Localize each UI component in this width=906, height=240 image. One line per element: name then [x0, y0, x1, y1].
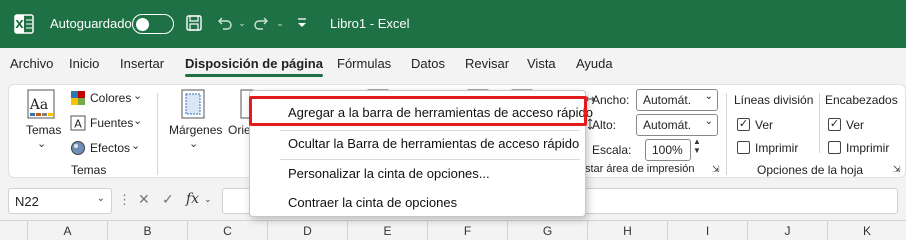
- tab-archivo[interactable]: Archivo: [10, 56, 53, 71]
- tab-vista[interactable]: Vista: [527, 56, 556, 71]
- themes-label: Temas: [26, 123, 62, 137]
- colors-icon: [71, 91, 85, 105]
- tab-revisar[interactable]: Revisar: [465, 56, 509, 71]
- scale-input[interactable]: 100%: [645, 139, 691, 161]
- customize-ribbon-item[interactable]: Personalizar la cinta de opciones...: [250, 160, 585, 188]
- effects-chevron-icon: ⌄: [131, 140, 141, 152]
- sheet-options-dialog-launcher-icon[interactable]: ⇲: [893, 164, 901, 175]
- height-select[interactable]: Automát. ⌄: [636, 114, 718, 136]
- gridlines-print-checkbox[interactable]: [737, 141, 750, 154]
- tab-datos[interactable]: Datos: [411, 56, 445, 71]
- margins-icon: [181, 89, 205, 119]
- column-header-b[interactable]: B: [108, 221, 188, 240]
- colors-label: Colores: [90, 91, 132, 105]
- scale-value: 100%: [652, 143, 683, 157]
- column-header-row: A B C D E F G H I J K: [0, 220, 906, 240]
- width-value: Automát.: [643, 93, 692, 107]
- headings-label: Encabezados: [825, 93, 898, 107]
- gridlines-label: Líneas división: [734, 93, 814, 107]
- sheet-options-group-label: Opciones de la hoja: [757, 163, 864, 177]
- chevron-down-icon: ⌄: [704, 91, 713, 102]
- scale-group-label: star área de impresión: [585, 163, 695, 175]
- column-header-e[interactable]: E: [348, 221, 428, 240]
- fonts-label: Fuentes: [90, 116, 134, 130]
- orientation-label: Orie: [228, 123, 251, 137]
- hide-quick-access-toolbar-item[interactable]: Ocultar la Barra de herramientas de acce…: [250, 130, 585, 158]
- svg-text:A: A: [74, 118, 82, 131]
- gridlines-print-label: Imprimir: [755, 141, 799, 155]
- scale-label: Escala:: [592, 143, 632, 157]
- column-header-k[interactable]: K: [828, 221, 906, 240]
- column-header-f[interactable]: F: [428, 221, 508, 240]
- collapse-ribbon-item[interactable]: Contraer la cinta de opciones: [250, 189, 585, 217]
- excel-logo-icon: X: [14, 14, 34, 34]
- tab-formulas[interactable]: Fórmulas: [337, 56, 391, 71]
- undo-icon[interactable]: [214, 13, 234, 33]
- cancel-icon[interactable]: ✕: [138, 191, 150, 208]
- column-header-g[interactable]: G: [508, 221, 588, 240]
- width-label: Ancho:: [592, 93, 630, 107]
- column-header-h[interactable]: H: [588, 221, 668, 240]
- margins-chevron-icon: ⌄: [189, 138, 199, 150]
- save-icon[interactable]: [184, 13, 204, 33]
- scale-spinner-icon[interactable]: ▲ ▼: [693, 137, 701, 155]
- highlight-box: [249, 96, 587, 126]
- column-header-d[interactable]: D: [268, 221, 348, 240]
- tab-inicio[interactable]: Inicio: [69, 56, 99, 71]
- group-separator: [726, 93, 727, 175]
- undo-dropdown-icon[interactable]: ⌄: [232, 13, 252, 33]
- chevron-down-icon: ⌄: [96, 193, 105, 204]
- svg-text:X: X: [15, 18, 24, 31]
- autosave-label: Autoguardado: [50, 16, 132, 31]
- more-options-icon: ⋮: [118, 192, 131, 207]
- column-header-c[interactable]: C: [188, 221, 268, 240]
- headings-view-checkbox[interactable]: ✓: [828, 118, 841, 131]
- column-header-i[interactable]: I: [668, 221, 748, 240]
- effects-label: Efectos: [90, 141, 131, 155]
- height-value: Automát.: [643, 118, 692, 132]
- column-header-a[interactable]: A: [28, 221, 108, 240]
- insert-function-icon[interactable]: fx: [186, 191, 199, 207]
- autosave-toggle[interactable]: [132, 14, 174, 34]
- name-box[interactable]: N22 ⌄: [8, 188, 112, 214]
- gridlines-view-checkbox[interactable]: ✓: [737, 118, 750, 131]
- scale-dialog-launcher-icon[interactable]: ⇲: [712, 164, 720, 175]
- headings-print-checkbox[interactable]: [828, 141, 841, 154]
- enter-icon[interactable]: ✓: [162, 191, 174, 208]
- colors-chevron-icon: ⌄: [133, 90, 143, 102]
- chevron-down-icon: ⌄: [704, 116, 713, 127]
- document-title: Libro1 - Excel: [330, 16, 410, 31]
- fonts-chevron-icon: ⌄: [133, 115, 143, 127]
- ribbon-tabs: Archivo Inicio Insertar Disposición de p…: [0, 48, 906, 80]
- tab-ayuda[interactable]: Ayuda: [576, 56, 613, 71]
- headings-view-label: Ver: [846, 118, 865, 132]
- themes-chevron-icon: ⌄: [37, 138, 47, 150]
- themes-group-label: Temas: [71, 163, 107, 177]
- svg-text:Aa: Aa: [29, 97, 48, 113]
- height-label: Alto:: [592, 118, 617, 132]
- gridlines-view-label: Ver: [755, 118, 774, 132]
- headings-print-label: Imprimir: [846, 141, 890, 155]
- group-separator: [157, 93, 158, 175]
- customize-qat-icon[interactable]: [292, 13, 312, 33]
- fonts-icon: A: [70, 115, 86, 131]
- margins-label: Márgenes: [169, 123, 223, 137]
- tab-insertar[interactable]: Insertar: [120, 56, 164, 71]
- column-header-j[interactable]: J: [748, 221, 828, 240]
- redo-dropdown-icon[interactable]: ⌄: [270, 13, 290, 33]
- name-box-value: N22: [15, 194, 39, 209]
- width-select[interactable]: Automát. ⌄: [636, 89, 718, 111]
- chevron-down-icon: ⌄: [204, 194, 212, 204]
- tab-disposicion-de-pagina[interactable]: Disposición de página: [185, 56, 323, 77]
- themes-icon: Aa: [27, 89, 55, 119]
- redo-icon[interactable]: [252, 13, 272, 33]
- effects-icon: [71, 141, 85, 155]
- title-bar: X Autoguardado ⌄ ⌄ Libro1 - Excel: [0, 0, 906, 48]
- select-all-corner[interactable]: [0, 221, 28, 240]
- group-separator: [819, 93, 820, 153]
